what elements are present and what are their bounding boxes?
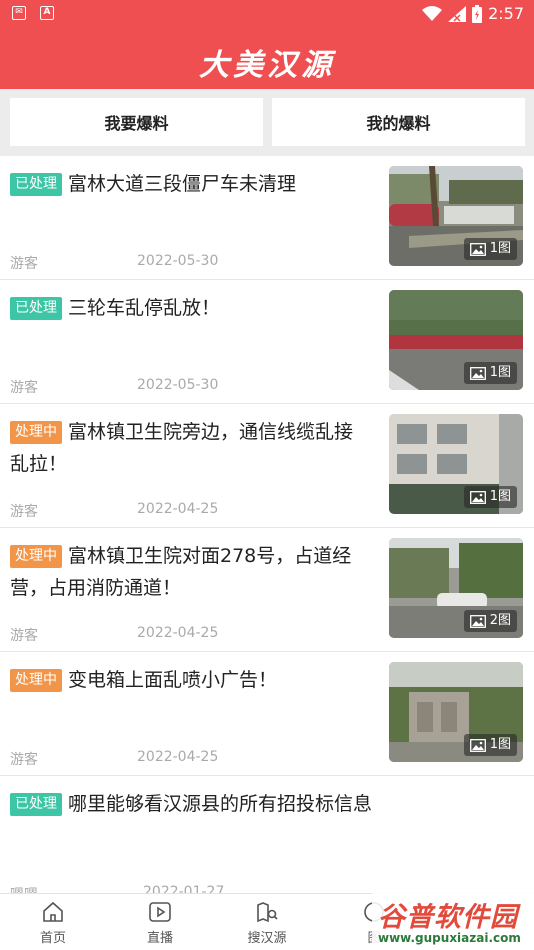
watermark-url: www.gupuxiazai.com: [378, 931, 521, 945]
tab-my-reports[interactable]: 我的爆料: [272, 98, 525, 146]
report-title: 处理中 变电箱上面乱喷小广告！: [10, 664, 370, 696]
report-title: 已处理 三轮车乱停乱放！: [10, 292, 370, 324]
status-badge: 已处理: [10, 793, 62, 816]
report-title-text: 富林大道三段僵尸车未清理: [68, 173, 297, 195]
system-indicators: 2:57: [422, 3, 524, 25]
list-item[interactable]: 已处理哪里能够看汉源县的所有招投标信息 嗯嗯 2022-01-27: [0, 776, 534, 893]
app-notification-icon: A: [40, 6, 54, 20]
report-list: 已处理 富林大道三段僵尸车未清理 游客 2022-05-30 1图 已处理 三轮车乱…: [0, 156, 534, 893]
report-date: 2022-04-25: [137, 749, 219, 765]
report-title-text: 三轮车乱停乱放！: [68, 297, 221, 319]
image-icon: [469, 242, 486, 256]
signal-icon: [448, 6, 467, 22]
report-title: 已处理 哪里能够看汉源县的所有招投标信息: [10, 788, 510, 820]
report-date: 2022-04-25: [137, 501, 219, 517]
report-date: 2022-04-25: [137, 625, 219, 641]
image-count-badge: 1图: [463, 486, 517, 508]
report-thumbnail[interactable]: 1图: [389, 414, 523, 514]
nav-live[interactable]: 直播: [120, 900, 200, 946]
report-author: 游客: [10, 752, 38, 768]
clock: 2:57: [488, 4, 524, 23]
image-count-badge: 1图: [463, 362, 517, 384]
status-badge: 已处理: [10, 173, 62, 196]
image-icon: [469, 738, 486, 752]
image-count-badge: 1图: [463, 238, 517, 260]
watermark: 谷普软件园 www.gupuxiazai.com: [372, 893, 534, 950]
status-badge: 处理中: [10, 421, 62, 444]
image-count-badge: 2图: [463, 610, 517, 632]
action-tabs: 我要爆料 我的爆料: [0, 89, 534, 156]
home-icon: [43, 901, 63, 922]
image-icon: [469, 366, 486, 380]
nav-live-label: 直播: [146, 931, 173, 946]
report-thumbnail[interactable]: 1图: [389, 290, 523, 390]
report-title: 处理中 富林镇卫生院旁边，通信线缆乱接乱拉！: [10, 416, 370, 480]
report-date: 2022-01-27: [143, 884, 225, 893]
report-thumbnail[interactable]: 1图: [389, 166, 523, 266]
report-title: 处理中 富林镇卫生院对面278号，占道经营，占用消防通道！: [10, 540, 370, 604]
notification-icons: ✉ A: [12, 6, 54, 20]
report-author: 游客: [10, 380, 38, 396]
report-author: 游客: [10, 628, 38, 644]
play-icon: [149, 902, 171, 922]
report-thumbnail[interactable]: 1图: [389, 662, 523, 762]
nav-search[interactable]: 搜汉源: [227, 900, 307, 946]
report-title-text: 变电箱上面乱喷小广告！: [68, 669, 278, 691]
image-icon: [469, 490, 486, 504]
report-date: 2022-05-30: [137, 377, 219, 393]
report-author: 游客: [10, 504, 38, 520]
list-item[interactable]: 已处理 三轮车乱停乱放！ 游客 2022-05-30 1图: [0, 280, 534, 404]
app-title: 大美汉源: [199, 48, 335, 83]
list-item[interactable]: 已处理 富林大道三段僵尸车未清理 游客 2022-05-30 1图: [0, 156, 534, 280]
image-count: 1图: [489, 241, 511, 256]
map-search-icon: [257, 902, 278, 923]
nav-home[interactable]: 首页: [13, 900, 93, 946]
status-badge: 处理中: [10, 545, 62, 568]
image-icon: [469, 614, 486, 628]
report-author: 嗯嗯: [10, 884, 38, 893]
image-count: 1图: [489, 489, 511, 504]
app-header: 大美汉源: [0, 28, 534, 89]
nav-home-label: 首页: [39, 931, 66, 946]
list-item[interactable]: 处理中 富林镇卫生院旁边，通信线缆乱接乱拉！ 游客 2022-04-25 1图: [0, 404, 534, 528]
image-count: 1图: [489, 365, 511, 380]
status-badge: 已处理: [10, 297, 62, 320]
report-thumbnail[interactable]: 2图: [389, 538, 523, 638]
tab-submit-report[interactable]: 我要爆料: [10, 98, 263, 146]
status-badge: 处理中: [10, 669, 62, 692]
image-count: 2图: [489, 613, 511, 628]
battery-icon: [472, 5, 483, 23]
report-date: 2022-05-30: [137, 253, 219, 269]
wifi-icon: [422, 6, 443, 21]
report-title-text: 哪里能够看汉源县的所有招投标信息: [68, 793, 373, 815]
list-item[interactable]: 处理中 富林镇卫生院对面278号，占道经营，占用消防通道！ 游客 2022-04-…: [0, 528, 534, 652]
mail-notification-icon: ✉: [12, 6, 26, 20]
image-count: 1图: [489, 737, 511, 752]
nav-search-label: 搜汉源: [247, 931, 287, 946]
report-title: 已处理 富林大道三段僵尸车未清理: [10, 168, 370, 200]
list-item[interactable]: 处理中 变电箱上面乱喷小广告！ 游客 2022-04-25 1图: [0, 652, 534, 776]
status-bar: ✉ A 2:57: [0, 0, 534, 28]
report-author: 游客: [10, 256, 38, 272]
image-count-badge: 1图: [463, 734, 517, 756]
watermark-title: 谷普软件园: [378, 902, 518, 933]
